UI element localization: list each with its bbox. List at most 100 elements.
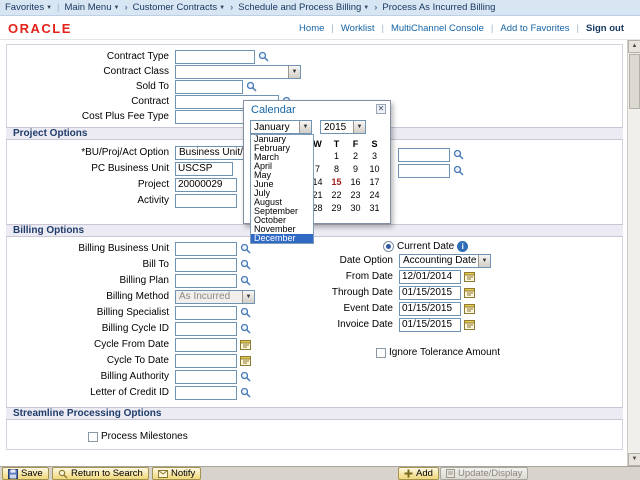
cycle-to-date-input[interactable] <box>175 354 237 368</box>
current-date-radio[interactable] <box>383 241 394 252</box>
sold-to-input[interactable] <box>175 80 243 94</box>
calendar-day[interactable]: 15 <box>327 177 346 190</box>
calendar-day[interactable]: 3 <box>365 151 384 164</box>
contract-type-input[interactable] <box>175 50 255 64</box>
ignore-tolerance-row: Ignore Tolerance Amount <box>376 345 500 360</box>
month-option[interactable]: May <box>251 171 313 180</box>
scroll-up-icon[interactable]: ▲ <box>628 40 640 53</box>
contract-class-select[interactable]: ▼ <box>175 65 301 79</box>
calendar-day[interactable]: 24 <box>365 190 384 203</box>
chevron-down-icon[interactable]: ▼ <box>478 255 490 267</box>
breadcrumb-separator-icon: › <box>124 2 127 13</box>
event-date-row: Event Date <box>300 301 475 316</box>
letter-of-credit-id-input[interactable] <box>175 386 237 400</box>
month-option[interactable]: August <box>251 198 313 207</box>
year-select[interactable]: 2015 ▼ <box>320 120 366 134</box>
lookup-icon[interactable] <box>453 165 464 176</box>
month-select[interactable]: January ▼ <box>250 120 312 134</box>
activity-input[interactable] <box>175 194 237 208</box>
right-field-1-input[interactable] <box>398 148 450 162</box>
calendar-day[interactable]: 8 <box>327 164 346 177</box>
cycle-from-date-input[interactable] <box>175 338 237 352</box>
favorites-menu[interactable]: Favorites ▼ <box>5 2 52 13</box>
calendar-day[interactable]: 2 <box>346 151 365 164</box>
add-to-favorites-link[interactable]: Add to Favorites <box>500 23 569 34</box>
calendar-day[interactable]: 16 <box>346 177 365 190</box>
month-option[interactable]: April <box>251 162 313 171</box>
info-icon[interactable]: i <box>457 241 468 252</box>
billing-business-unit-input[interactable] <box>175 242 237 256</box>
breadcrumb-customer-contracts[interactable]: Customer Contracts ▼ <box>133 2 225 13</box>
close-icon[interactable]: ✕ <box>376 104 386 114</box>
calendar-prompt-icon[interactable] <box>464 271 475 282</box>
lookup-icon[interactable] <box>240 323 251 334</box>
save-button[interactable]: Save <box>2 467 49 480</box>
lookup-icon[interactable] <box>258 51 269 62</box>
chevron-down-icon[interactable]: ▼ <box>299 121 311 133</box>
lookup-icon[interactable] <box>240 387 251 398</box>
calendar-prompt-icon[interactable] <box>464 303 475 314</box>
billing-plan-input[interactable] <box>175 274 237 288</box>
return-to-search-button[interactable]: Return to Search <box>52 467 149 480</box>
billing-cycle-id-input[interactable] <box>175 322 237 336</box>
process-milestones-row: Process Milestones <box>88 429 188 444</box>
lookup-icon[interactable] <box>240 275 251 286</box>
month-option[interactable]: February <box>251 144 313 153</box>
month-option[interactable]: November <box>251 225 313 234</box>
calendar-day[interactable]: 10 <box>365 164 384 177</box>
breadcrumb-schedule-process-billing[interactable]: Schedule and Process Billing ▼ <box>238 2 369 13</box>
calendar-prompt-icon[interactable] <box>464 319 475 330</box>
calendar-day[interactable]: 30 <box>346 203 365 216</box>
home-link[interactable]: Home <box>299 23 324 34</box>
from-date-input[interactable] <box>399 270 461 284</box>
calendar-day[interactable]: 22 <box>327 190 346 203</box>
vertical-scrollbar[interactable]: ▲ ▼ <box>627 40 640 466</box>
scroll-down-icon[interactable]: ▼ <box>628 453 640 466</box>
calendar-prompt-icon[interactable] <box>464 287 475 298</box>
multichannel-console-link[interactable]: MultiChannel Console <box>391 23 484 34</box>
field-label: Billing Authority <box>2 371 172 382</box>
right-field-2-input[interactable] <box>398 164 450 178</box>
chevron-down-icon[interactable]: ▼ <box>288 66 300 78</box>
event-date-input[interactable] <box>399 302 461 316</box>
worklist-link[interactable]: Worklist <box>341 23 375 34</box>
lookup-icon[interactable] <box>240 243 251 254</box>
calendar-prompt-icon[interactable] <box>240 339 251 350</box>
date-option-select[interactable]: Accounting Date ▼ <box>399 254 491 268</box>
notify-button[interactable]: Notify <box>152 467 201 480</box>
lookup-icon[interactable] <box>453 149 464 160</box>
calendar-day[interactable]: 29 <box>327 203 346 216</box>
lookup-icon[interactable] <box>240 307 251 318</box>
pc-business-unit-input[interactable] <box>175 162 233 176</box>
scrollbar-thumb[interactable] <box>629 54 640 109</box>
month-option[interactable]: March <box>251 153 313 162</box>
project-input[interactable] <box>175 178 237 192</box>
month-option[interactable]: June <box>251 180 313 189</box>
lookup-icon[interactable] <box>240 371 251 382</box>
calendar-day[interactable]: 9 <box>346 164 365 177</box>
calendar-day[interactable]: 17 <box>365 177 384 190</box>
month-option[interactable]: October <box>251 216 313 225</box>
month-option[interactable]: July <box>251 189 313 198</box>
month-option[interactable]: December <box>251 234 313 243</box>
month-option[interactable]: January <box>251 135 313 144</box>
billing-authority-input[interactable] <box>175 370 237 384</box>
lookup-icon[interactable] <box>240 259 251 270</box>
through-date-input[interactable] <box>399 286 461 300</box>
lookup-icon[interactable] <box>246 81 257 92</box>
calendar-day[interactable]: 1 <box>327 151 346 164</box>
calendar-prompt-icon[interactable] <box>240 355 251 366</box>
process-milestones-checkbox[interactable] <box>88 432 98 442</box>
ignore-tolerance-checkbox[interactable] <box>376 348 386 358</box>
invoice-date-input[interactable] <box>399 318 461 332</box>
sign-out-link[interactable]: Sign out <box>586 23 624 34</box>
main-menu[interactable]: Main Menu ▼ <box>65 2 120 13</box>
billing-specialist-input[interactable] <box>175 306 237 320</box>
update-display-button: Update/Display <box>440 467 528 480</box>
calendar-day[interactable]: 31 <box>365 203 384 216</box>
chevron-down-icon[interactable]: ▼ <box>353 121 365 133</box>
add-button[interactable]: Add <box>398 467 439 480</box>
calendar-day[interactable]: 23 <box>346 190 365 203</box>
month-option[interactable]: September <box>251 207 313 216</box>
bill-to-input[interactable] <box>175 258 237 272</box>
